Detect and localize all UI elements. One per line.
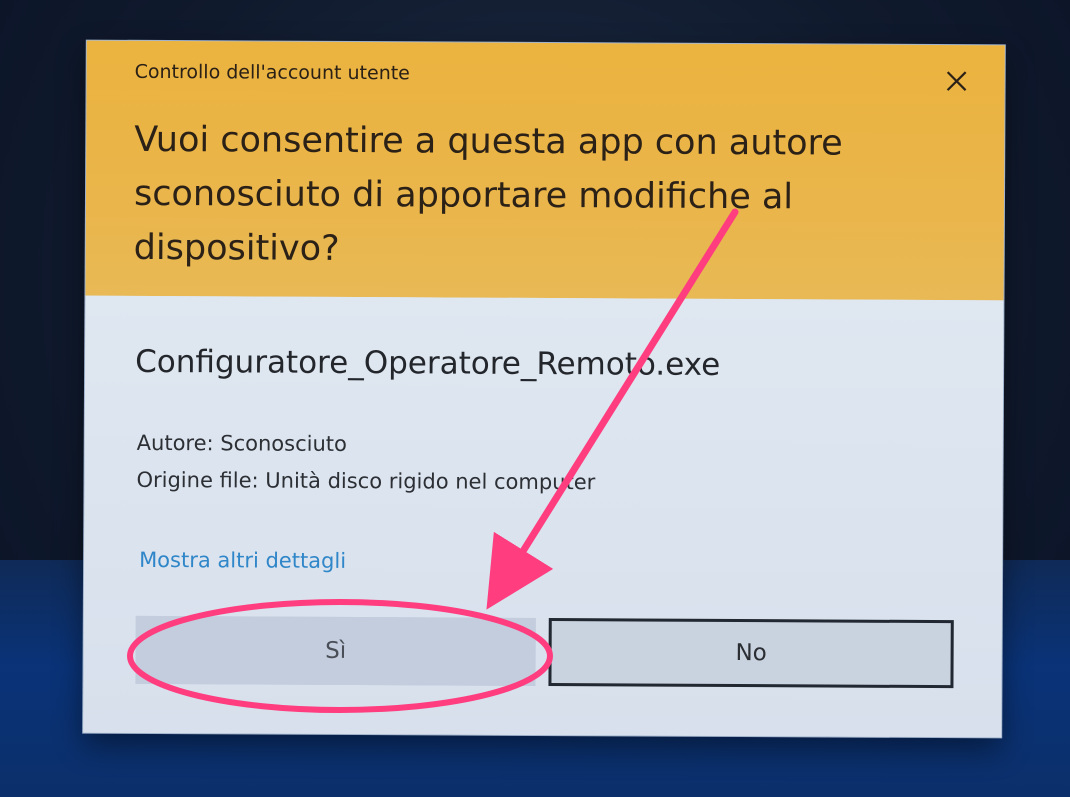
dialog-header: Controllo dell'account utente Vuoi conse… bbox=[85, 40, 1005, 301]
no-button[interactable]: No bbox=[548, 618, 954, 689]
show-more-details-link[interactable]: Mostra altri dettagli bbox=[139, 548, 346, 573]
file-origin-info: Origine file: Unità disco rigido nel com… bbox=[136, 467, 596, 495]
permission-question: Vuoi consentire a questa app con autore … bbox=[133, 119, 843, 269]
yes-button[interactable]: Sì bbox=[135, 615, 536, 686]
publisher-info: Autore: Sconosciuto bbox=[136, 430, 347, 456]
dialog-title: Controllo dell'account utente bbox=[134, 60, 410, 85]
dialog-body: Configuratore_Operatore_Remoto.exe Autor… bbox=[83, 295, 1004, 738]
uac-dialog: Controllo dell'account utente Vuoi conse… bbox=[83, 40, 1005, 738]
close-button[interactable] bbox=[935, 59, 979, 103]
close-icon bbox=[946, 71, 967, 91]
program-filename: Configuratore_Operatore_Remoto.exe bbox=[135, 343, 721, 383]
